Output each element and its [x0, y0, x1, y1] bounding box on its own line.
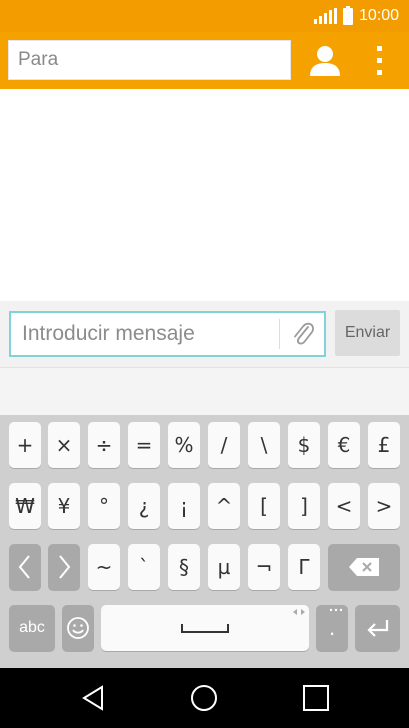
status-bar: 10:00	[0, 0, 409, 32]
home-circle-icon[interactable]	[188, 682, 220, 714]
key[interactable]: ÷	[88, 422, 120, 468]
key[interactable]: §	[168, 544, 200, 590]
keyboard: + × ÷ = % / \ $ € £ ₩ ¥ ° ¿ ¡ ^ [ ] < > …	[0, 415, 409, 668]
backspace-icon	[349, 558, 379, 576]
backspace-key[interactable]	[328, 544, 400, 590]
overflow-menu-icon	[377, 46, 382, 75]
key[interactable]: £	[368, 422, 400, 468]
key[interactable]: ¥	[48, 483, 80, 529]
to-field[interactable]	[8, 40, 291, 80]
key[interactable]: =	[128, 422, 160, 468]
chevron-right-icon	[59, 555, 71, 579]
status-icons: 10:00	[313, 5, 399, 25]
key[interactable]: [	[248, 483, 280, 529]
divider	[279, 319, 280, 349]
key[interactable]: ^	[208, 483, 240, 529]
recipient-input[interactable]	[9, 41, 290, 79]
key[interactable]: ¬	[248, 544, 280, 590]
language-switch-icon	[293, 609, 305, 615]
space-bar-icon	[181, 624, 229, 633]
suggestion-bar	[0, 367, 409, 415]
key[interactable]: ₩	[9, 483, 41, 529]
enter-icon	[366, 620, 388, 637]
message-input[interactable]	[11, 313, 277, 355]
enter-key[interactable]	[355, 605, 400, 651]
smiley-icon	[67, 617, 89, 639]
more-symbols-icon	[329, 608, 343, 612]
space-key[interactable]	[101, 605, 309, 651]
cursor-right-key[interactable]	[48, 544, 80, 590]
navigation-bar	[0, 668, 409, 728]
key[interactable]: $	[288, 422, 320, 468]
key[interactable]: €	[328, 422, 360, 468]
cursor-left-key[interactable]	[9, 544, 41, 590]
key[interactable]: <	[328, 483, 360, 529]
recents-square-icon[interactable]	[300, 682, 332, 714]
period-label: .	[328, 615, 336, 640]
key[interactable]: ~	[88, 544, 120, 590]
back-triangle-icon[interactable]	[78, 682, 110, 714]
key[interactable]: /	[208, 422, 240, 468]
key[interactable]: µ	[208, 544, 240, 590]
paperclip-icon[interactable]	[287, 318, 319, 350]
overflow-menu-button[interactable]	[366, 44, 394, 78]
signal-bars-icon	[313, 8, 337, 24]
key[interactable]: %	[168, 422, 200, 468]
person-icon	[310, 46, 340, 76]
key[interactable]: °	[88, 483, 120, 529]
abc-key[interactable]: abc	[9, 605, 55, 651]
app-bar	[0, 32, 409, 89]
emoji-key[interactable]	[62, 605, 94, 651]
message-box[interactable]	[9, 311, 326, 357]
key[interactable]: >	[368, 483, 400, 529]
battery-icon	[342, 5, 353, 25]
status-time: 10:00	[358, 7, 399, 24]
key[interactable]: ×	[48, 422, 80, 468]
compose-bar: Enviar	[0, 301, 409, 367]
message-thread	[0, 89, 409, 301]
contact-button[interactable]	[306, 44, 344, 78]
send-button[interactable]: Enviar	[335, 310, 400, 356]
key[interactable]: \	[248, 422, 280, 468]
key[interactable]: ¡	[168, 483, 200, 529]
period-key[interactable]: .	[316, 605, 348, 651]
key[interactable]: +	[9, 422, 41, 468]
key[interactable]: `	[128, 544, 160, 590]
key[interactable]: ]	[288, 483, 320, 529]
key[interactable]: ¿	[128, 483, 160, 529]
chevron-left-icon	[18, 555, 30, 579]
key[interactable]: Γ	[288, 544, 320, 590]
